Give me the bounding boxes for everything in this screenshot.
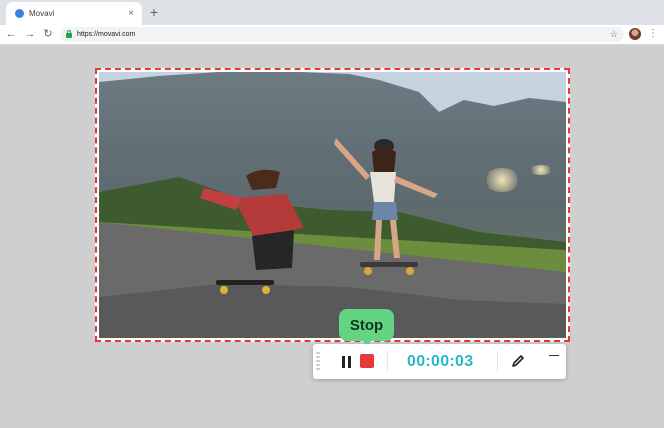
recording-timer: 00:00:03 [407, 353, 474, 370]
browser-toolbar: ← → ↻ https://movavi.com ☆ ⋮ [0, 25, 664, 45]
bookmark-star-icon[interactable]: ☆ [610, 30, 618, 39]
capture-area-frame[interactable] [95, 68, 570, 342]
stop-button[interactable] [360, 354, 374, 368]
stop-tooltip: Stop [339, 309, 394, 346]
browser-menu-icon[interactable]: ⋮ [648, 27, 658, 41]
lens-flare [484, 168, 520, 192]
tab-title: Movavi [29, 9, 55, 18]
mountain-scene [99, 72, 566, 338]
lens-flare [529, 165, 553, 175]
back-button[interactable]: ← [4, 27, 18, 41]
divider [387, 351, 388, 372]
divider [497, 351, 498, 372]
browser-tab[interactable]: Movavi × [6, 2, 142, 25]
pause-button[interactable] [338, 354, 354, 370]
skater-crouching [200, 169, 304, 294]
tab-strip: Movavi × + [0, 0, 664, 25]
address-bar[interactable]: https://movavi.com ☆ [60, 27, 624, 42]
pause-icon-bar [341, 356, 345, 368]
lock-icon [66, 30, 72, 38]
recording-control-bar: 00:00:03 [313, 344, 566, 379]
reload-button[interactable]: ↻ [41, 27, 55, 41]
forward-button[interactable]: → [23, 27, 37, 41]
movavi-favicon-icon [15, 9, 24, 18]
tab-close-icon[interactable]: × [126, 8, 136, 19]
skateboarders-photo [99, 72, 566, 338]
minimize-icon[interactable] [549, 350, 559, 360]
url-text[interactable]: https://movavi.com [77, 31, 610, 38]
drag-handle-icon[interactable] [316, 352, 320, 371]
profile-avatar[interactable] [629, 28, 641, 40]
pause-icon-bar [347, 356, 351, 368]
new-tab-button[interactable]: + [147, 5, 161, 19]
pen-icon[interactable] [510, 353, 526, 369]
skater-standing [334, 138, 438, 275]
